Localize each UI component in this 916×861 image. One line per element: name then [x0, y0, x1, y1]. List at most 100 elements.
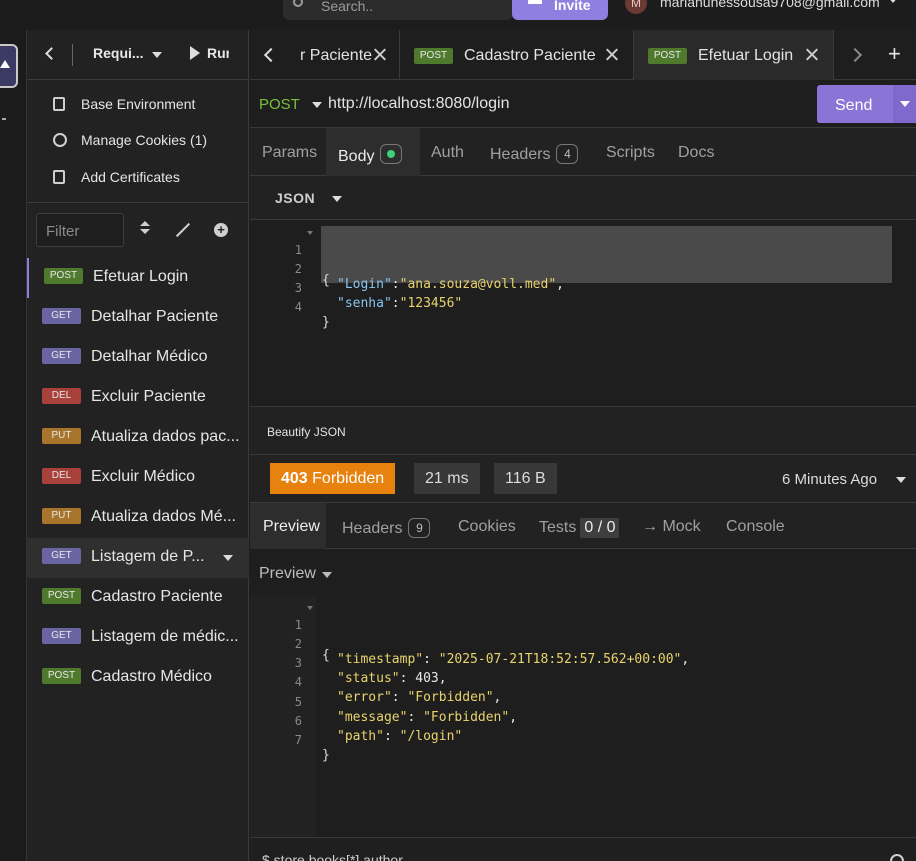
chevron-down-icon[interactable]	[223, 555, 233, 561]
close-icon[interactable]	[373, 48, 386, 61]
top-bar: Search.. Invite M marianunessousa9708@gm…	[0, 0, 916, 30]
tab-cookies[interactable]: Cookies	[458, 518, 516, 536]
tab-mock[interactable]: → Mock	[642, 518, 701, 536]
request-body-editor[interactable]: 1 { 2 "Login":"ana.souza@voll.med", 3 "s…	[250, 220, 916, 407]
code-text: }	[322, 315, 330, 330]
tab-r-paciente[interactable]: r Paciente	[287, 30, 400, 80]
url-input[interactable]: http://localhost:8080/login	[328, 95, 509, 113]
tab-body[interactable]: Body	[338, 144, 403, 166]
send-button[interactable]: Send	[817, 85, 893, 123]
tab-auth[interactable]: Auth	[431, 144, 464, 162]
code-line: 1 {	[250, 228, 916, 288]
body-type-row: JSON	[250, 176, 916, 220]
method-badge: DEL	[42, 388, 81, 404]
list-item[interactable]: GET Detalhar Paciente	[27, 298, 249, 338]
chevron-down-icon[interactable]	[332, 196, 342, 202]
method-badge: POST	[42, 588, 81, 604]
divider	[72, 44, 73, 66]
filter-row: Filter +	[27, 202, 249, 252]
list-item[interactable]: DEL Excluir Médico	[27, 458, 249, 498]
beautify-row: Beautify JSON	[250, 407, 916, 455]
fold-icon[interactable]	[307, 231, 313, 235]
chevron-down-icon[interactable]	[322, 572, 332, 578]
close-icon[interactable]	[805, 48, 818, 61]
code-line: 2 "timestamp": "2025-07-21T18:52:57.562+…	[250, 622, 916, 667]
method-badge: GET	[42, 548, 81, 564]
response-body-viewer[interactable]: 1 { 2 "timestamp": "2025-07-21T18:52:57.…	[250, 595, 916, 837]
list-item[interactable]: GET Listagem de médic...	[27, 618, 249, 658]
tab-cadastro-paciente[interactable]: POST Cadastro Paciente	[400, 30, 634, 80]
invite-label: Invite	[554, 0, 591, 13]
play-icon[interactable]	[190, 46, 200, 60]
upload-icon	[0, 60, 10, 68]
tab-response-headers[interactable]: Headers 9	[342, 518, 431, 538]
request-name: Excluir Paciente	[91, 388, 206, 405]
chevron-down-icon[interactable]	[887, 0, 899, 3]
close-icon[interactable]	[605, 48, 618, 61]
code-line: 3 "status": 403,	[250, 641, 916, 686]
preview-mode-selector[interactable]: Preview	[259, 565, 316, 583]
filter-input[interactable]: Filter	[36, 213, 124, 247]
sidebar-header: Requi... Run	[27, 30, 249, 80]
response-filter-input[interactable]: $.store.books[*].author	[262, 852, 403, 861]
invite-button[interactable]: Invite	[512, 0, 608, 20]
tab-body-label: Body	[338, 148, 375, 165]
list-item[interactable]: PUT Atualiza dados Mé...	[27, 498, 249, 538]
expand-icon[interactable]	[176, 223, 190, 237]
beautify-json-button[interactable]: Beautify JSON	[267, 425, 346, 439]
response-status-row: 403 Forbidden 21 ms 116 B 6 Minutes Ago	[250, 455, 916, 503]
chevron-left-icon[interactable]	[263, 47, 279, 63]
list-item[interactable]: DEL Excluir Paciente	[27, 378, 249, 418]
manage-cookies-label: Manage Cookies (1)	[81, 132, 208, 148]
sidebar: Requi... Run Base Environment Manage Coo…	[27, 30, 249, 861]
back-icon[interactable]	[45, 47, 58, 60]
add-icon[interactable]: +	[214, 223, 228, 237]
chevron-down-icon[interactable]	[312, 102, 322, 108]
add-certificates-label: Add Certificates	[81, 169, 180, 185]
list-item[interactable]: POST Cadastro Paciente	[27, 578, 249, 618]
list-item[interactable]: PUT Atualiza dados pac...	[27, 418, 249, 458]
collection-title[interactable]: Requi...	[93, 45, 144, 61]
request-name: Detalhar Médico	[91, 348, 208, 365]
list-item[interactable]: POST Cadastro Médico	[27, 658, 249, 698]
chevron-down-icon[interactable]	[152, 52, 162, 58]
tab-headers[interactable]: Headers 4	[490, 144, 579, 164]
tab-scripts[interactable]: Scripts	[606, 144, 655, 162]
new-tab-plus-icon[interactable]: +	[888, 43, 901, 65]
run-button[interactable]: Run	[207, 45, 229, 61]
code-line: 7 }	[250, 718, 916, 763]
tab-tests-label: Tests	[539, 519, 577, 536]
method-badge: GET	[42, 348, 81, 364]
user-email[interactable]: marianunessousa9708@gmail.com	[660, 0, 880, 10]
response-filter-bar: $.store.books[*].author	[250, 837, 916, 861]
base-environment-label: Base Environment	[81, 96, 196, 112]
list-item[interactable]: GET Detalhar Médico	[27, 338, 249, 378]
add-user-icon	[528, 0, 542, 4]
request-section-tabs: Params Body Auth Headers 4 Scripts Docs	[250, 128, 916, 176]
tests-count-badge: 0 / 0	[580, 518, 620, 538]
help-icon[interactable]	[890, 854, 904, 861]
send-options-button[interactable]	[893, 85, 916, 123]
request-tabs-bar: r Paciente POST Cadastro Paciente POST E…	[250, 30, 916, 80]
fold-icon[interactable]	[307, 606, 313, 610]
body-type-selector[interactable]: JSON	[275, 190, 315, 206]
project-button[interactable]	[0, 44, 18, 88]
tab-docs[interactable]: Docs	[678, 144, 714, 162]
list-item[interactable]: POST Efetuar Login	[27, 258, 249, 298]
global-search-input[interactable]: Search..	[283, 0, 513, 20]
tab-params[interactable]: Params	[262, 144, 317, 162]
request-name: Detalhar Paciente	[91, 308, 219, 325]
chevron-right-icon[interactable]	[847, 47, 863, 63]
list-item[interactable]: GET Listagem de P...	[27, 538, 249, 578]
tab-preview[interactable]: Preview	[263, 518, 320, 536]
code-line: 4 "error": "Forbidden",	[250, 660, 916, 705]
method-selector[interactable]: POST	[259, 96, 300, 113]
tab-headers-label: Headers	[490, 146, 551, 163]
tab-efetuar-login[interactable]: POST Efetuar Login	[634, 30, 834, 80]
request-name: Excluir Médico	[91, 468, 196, 485]
tab-console[interactable]: Console	[726, 518, 785, 536]
avatar[interactable]: M	[625, 0, 647, 14]
response-history[interactable]: 6 Minutes Ago	[782, 471, 877, 488]
tab-tests[interactable]: Tests 0 / 0	[539, 518, 620, 538]
chevron-down-icon[interactable]	[896, 477, 906, 483]
